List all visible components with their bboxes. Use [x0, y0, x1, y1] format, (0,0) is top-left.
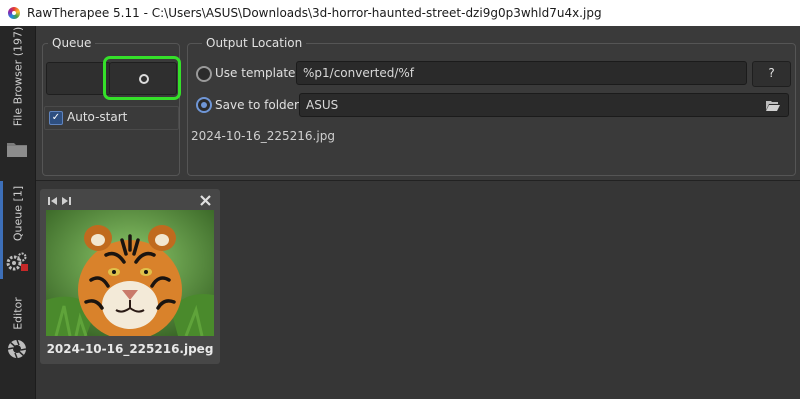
autostart-checkbox[interactable]: ✓: [49, 111, 63, 125]
use-template-label: Use template:: [215, 66, 300, 80]
save-to-folder-label: Save to folder:: [215, 98, 303, 112]
template-help-button[interactable]: ?: [752, 61, 791, 87]
vertical-tab-bar: File Browser (197) Queue [1] Editor: [0, 26, 36, 399]
output-filename: 2024-10-16_225216.jpg: [191, 129, 335, 143]
folder-chooser[interactable]: ASUS: [299, 93, 789, 117]
autostart-label: Auto-start: [67, 110, 128, 124]
remove-icon[interactable]: [200, 195, 211, 206]
tab-file-browser-label: File Browser (197): [11, 26, 24, 127]
open-folder-icon: [766, 101, 780, 111]
queue-group-title: Queue: [48, 36, 96, 50]
window-title: RawTherapee 5.11 - C:\Users\ASUS\Downloa…: [27, 6, 602, 20]
queue-top-panel: Queue ✓ Auto-start Output Location Use t…: [36, 26, 800, 181]
folder-chooser-value: ASUS: [306, 98, 339, 112]
queue-item-card[interactable]: 2024-10-16_225216.jpeg: [40, 189, 220, 364]
queue-main-area: Queue ✓ Auto-start Output Location Use t…: [36, 26, 800, 399]
tab-editor-label: Editor: [11, 297, 24, 330]
thumbnail-image: [46, 210, 214, 336]
tab-queue[interactable]: Queue [1]: [0, 181, 35, 279]
aperture-icon: [7, 339, 27, 359]
folder-icon: [7, 143, 27, 157]
save-to-folder-radio[interactable]: [196, 97, 212, 113]
queue-blank-button[interactable]: [46, 62, 111, 95]
window-titlebar: RawTherapee 5.11 - C:\Users\ASUS\Downloa…: [0, 0, 800, 26]
tab-editor[interactable]: Editor: [0, 279, 35, 399]
tiger-photo: [46, 210, 214, 336]
template-input[interactable]: %p1/converted/%f: [296, 61, 747, 85]
skip-to-start-icon[interactable]: [48, 196, 58, 206]
use-template-radio[interactable]: [196, 66, 212, 82]
skip-to-end-icon[interactable]: [61, 196, 71, 206]
gears-icon: [6, 252, 28, 271]
tab-queue-label: Queue [1]: [11, 185, 24, 242]
thumbnail-filename: 2024-10-16_225216.jpeg: [46, 342, 214, 356]
rawtherapee-logo-icon: [8, 7, 20, 19]
highlight-box: [103, 56, 181, 100]
tab-file-browser[interactable]: File Browser (197): [0, 26, 35, 181]
output-location-title: Output Location: [202, 36, 307, 50]
